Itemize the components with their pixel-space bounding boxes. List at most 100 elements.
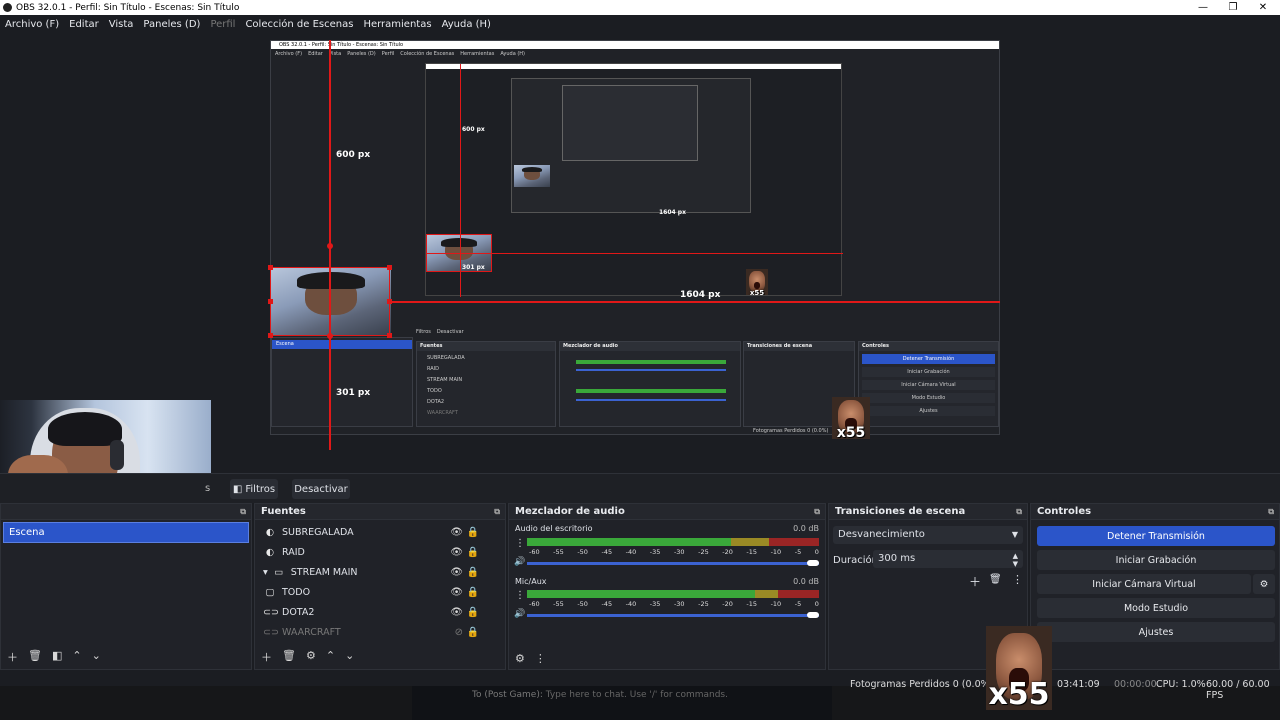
resize-handle-br[interactable]	[387, 333, 392, 338]
remove-scene-icon[interactable]: 🗑	[28, 649, 42, 665]
studio-mode-button[interactable]: Modo Estudio	[1037, 598, 1275, 618]
menu-docks[interactable]: Paneles (D)	[143, 19, 200, 30]
visibility-icon[interactable]: 👁	[450, 547, 463, 558]
restore-button[interactable]: ❐	[1218, 0, 1248, 15]
display-capture-icon: ▢	[265, 586, 275, 598]
undock-icon[interactable]: ⧉	[814, 507, 820, 517]
lock-icon[interactable]: 🔒	[467, 567, 479, 578]
inner-sources-panel: Fuentes SUBREGALADA RAID STREAM MAIN TODO DO…	[416, 341, 556, 427]
source-item[interactable]: ▢ TODO 👁 🔒	[263, 582, 491, 602]
channel-menu-icon[interactable]: ⋮	[515, 590, 525, 601]
move-down-icon[interactable]: ⌄	[345, 649, 354, 665]
start-virtual-camera-button[interactable]: Iniciar Cámara Virtual	[1037, 574, 1251, 594]
transition-select[interactable]: Desvanecimiento ▼	[833, 526, 1023, 544]
fps-counter: 60.00 / 60.00 FPS	[1206, 679, 1270, 701]
move-up-icon[interactable]: ⌃	[326, 649, 335, 665]
start-recording-button[interactable]: Iniciar Grabación	[1037, 550, 1275, 570]
move-down-icon[interactable]: ⌄	[92, 649, 101, 665]
record-time: 00:00:00	[1114, 679, 1157, 690]
expand-icon[interactable]: ▾	[263, 567, 268, 578]
advanced-audio-icon[interactable]: ⚙	[515, 652, 525, 665]
sources-dock: Fuentes ⧉ ◐ SUBREGALADA 👁 🔒 ◐ RAID 👁 🔒 ▾ ▭ STR…	[254, 503, 506, 670]
lock-icon[interactable]: 🔒	[467, 547, 479, 558]
menu-edit[interactable]: Editar	[69, 19, 99, 30]
guide-horizontal	[390, 301, 1000, 303]
undock-icon[interactable]: ⧉	[494, 507, 500, 517]
source-item[interactable]: ⊂⊃ DOTA2 👁 🔒	[263, 602, 491, 622]
menu-profile[interactable]: Perfil	[210, 19, 235, 30]
inner-title: OBS 32.0.1 - Perfil: Sin Título - Escena…	[271, 41, 999, 49]
source-group[interactable]: ▾ ▭ STREAM MAIN 👁 🔒	[263, 562, 491, 582]
menu-file[interactable]: Archivo (F)	[5, 19, 59, 30]
menu-scene-collection[interactable]: Colección de Escenas	[245, 19, 353, 30]
source-item[interactable]: ◐ SUBREGALADA 👁 🔒	[263, 522, 491, 542]
menu-view[interactable]: Vista	[109, 19, 134, 30]
nested-meme: x55	[746, 269, 768, 295]
add-scene-icon[interactable]: ＋	[7, 649, 18, 665]
undock-icon[interactable]: ⧉	[240, 507, 246, 517]
window-titlebar: OBS 32.0.1 - Perfil: Sin Título - Escena…	[0, 0, 1280, 15]
lock-icon[interactable]: 🔒	[467, 587, 479, 598]
lock-icon[interactable]: 🔒	[467, 627, 479, 638]
source-toolbar: s ◧ Filtros Desactivar	[0, 473, 1280, 503]
dropped-frames: Fotogramas Perdidos 0 (0.0%)	[850, 679, 994, 690]
stream-time: 03:41:09	[1057, 679, 1100, 690]
resize-handle-tl[interactable]	[268, 265, 273, 270]
settings-button[interactable]: Ajustes	[1037, 622, 1275, 642]
lock-icon[interactable]: 🔒	[467, 527, 479, 538]
channel-name: Audio del escritorio	[515, 524, 593, 533]
hidden-icon[interactable]: ⊘	[455, 627, 463, 638]
resize-handle-r[interactable]	[387, 299, 392, 304]
source-properties-icon[interactable]: ⚙	[306, 649, 316, 665]
obs-logo-icon	[3, 3, 12, 12]
scene-filters-icon[interactable]: ◧	[52, 649, 62, 665]
virtual-camera-settings-icon[interactable]: ⚙	[1253, 574, 1275, 594]
media-source-icon: ◐	[265, 546, 275, 558]
visibility-icon[interactable]: 👁	[450, 607, 463, 618]
nested-webcam-thumb	[514, 165, 550, 187]
volume-slider[interactable]	[527, 560, 819, 566]
visibility-icon[interactable]: 👁	[450, 587, 463, 598]
transition-menu-icon[interactable]: ⋮	[1012, 573, 1023, 586]
volume-slider[interactable]	[527, 612, 819, 618]
volume-meter	[527, 590, 819, 598]
add-source-icon[interactable]: ＋	[261, 649, 272, 665]
stop-streaming-button[interactable]: Detener Transmisión	[1037, 526, 1275, 546]
minimize-button[interactable]: —	[1188, 0, 1218, 15]
undock-icon[interactable]: ⧉	[1268, 507, 1274, 517]
speaker-icon[interactable]: 🔊	[514, 609, 525, 619]
meme-overlay: x55	[986, 626, 1052, 710]
deactivate-button[interactable]: Desactivar	[292, 479, 350, 499]
preview-webcam-source[interactable]	[271, 267, 391, 335]
media-source-icon: ◐	[265, 526, 275, 538]
channel-menu-icon[interactable]: ⋮	[515, 538, 525, 549]
mixer-title: Mezclador de audio	[515, 506, 625, 517]
remove-source-icon[interactable]: 🗑	[282, 649, 296, 665]
channel-name: Mic/Aux	[515, 577, 547, 586]
filters-button[interactable]: ◧ Filtros	[230, 479, 278, 499]
duration-input[interactable]: 300 ms ▲ ▼	[873, 550, 1023, 568]
scene-item[interactable]: Escena	[3, 522, 249, 543]
visibility-icon[interactable]: 👁	[450, 527, 463, 538]
undock-icon[interactable]: ⧉	[1016, 507, 1022, 517]
visibility-icon[interactable]: 👁	[450, 567, 463, 578]
menu-tools[interactable]: Herramientas	[363, 19, 431, 30]
resize-handle-bl[interactable]	[268, 333, 273, 338]
menu-bar: Archivo (F) Editar Vista Paneles (D) Per…	[0, 15, 1280, 33]
resize-handle-tr[interactable]	[387, 265, 392, 270]
menu-help[interactable]: Ayuda (H)	[442, 19, 491, 30]
move-up-icon[interactable]: ⌃	[72, 649, 81, 665]
nested-preview-3	[562, 85, 698, 161]
source-item[interactable]: ⊂⊃ WAARCRAFT ⊘ 🔒	[263, 622, 491, 642]
source-item[interactable]: ◐ RAID 👁 🔒	[263, 542, 491, 562]
cpu-usage: CPU: 1.0%	[1156, 679, 1206, 690]
lock-icon[interactable]: 🔒	[467, 607, 479, 618]
speaker-icon[interactable]: 🔊	[514, 557, 525, 567]
remove-transition-icon[interactable]: 🗑	[989, 574, 1002, 585]
add-transition-icon[interactable]: ＋	[969, 573, 981, 590]
stepper-icon[interactable]: ▲ ▼	[1013, 552, 1018, 568]
resize-handle-l[interactable]	[268, 299, 273, 304]
filters-icon: ◧	[232, 483, 243, 495]
close-button[interactable]: ✕	[1248, 0, 1278, 15]
mixer-menu-icon[interactable]: ⋮	[535, 652, 546, 665]
